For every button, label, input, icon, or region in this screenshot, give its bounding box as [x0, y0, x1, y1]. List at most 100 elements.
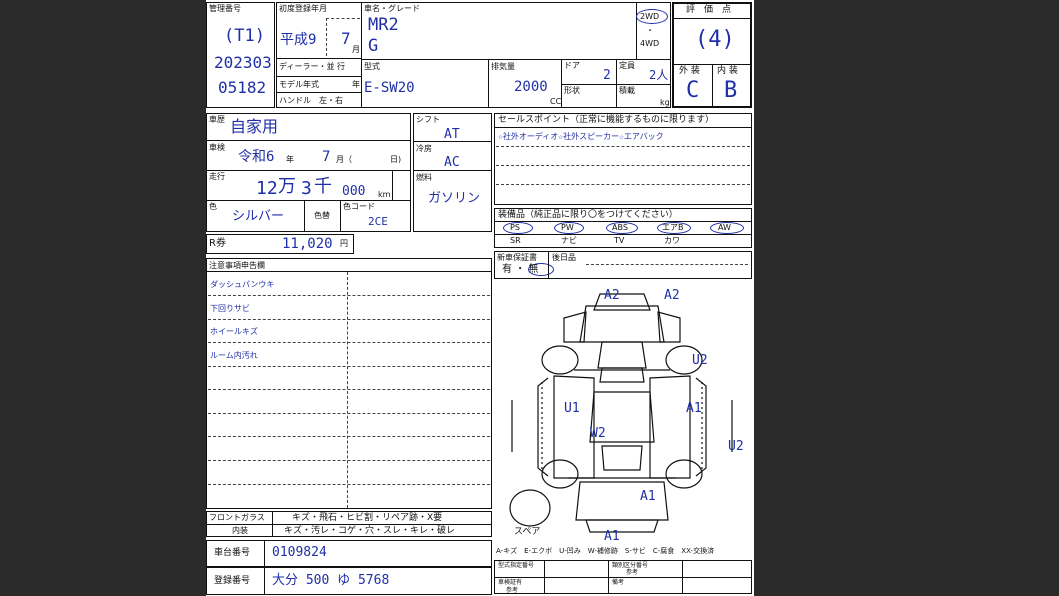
- mgmt-value-1: (T1): [224, 26, 265, 46]
- fuel-label: 燃料: [416, 173, 432, 182]
- equipment-label: 装備品（純正品に限り〇をつけてください）: [498, 210, 678, 220]
- first-reg-era: 平成9: [280, 32, 317, 48]
- color-change-label: 色替: [314, 211, 330, 220]
- ac: AC: [444, 155, 460, 170]
- cc-unit: CC: [550, 97, 562, 106]
- displacement: 2000: [514, 79, 548, 95]
- shift-label: シフト: [416, 115, 440, 124]
- handle-label: ハンドル 左・右: [279, 96, 343, 105]
- inspection-label: 車検: [209, 143, 225, 152]
- front-glass-value: キズ・飛石・ヒビ割・リペア跡・X要: [292, 513, 443, 523]
- insp-day-unit: 日): [390, 155, 402, 164]
- mileage-b: 3: [301, 178, 312, 199]
- interior-grade: B: [724, 78, 738, 103]
- damage-mark-1: A2: [604, 288, 620, 303]
- registration-value: 大分 500 ゆ 5768: [272, 573, 390, 588]
- ref-cell-5: 参考: [506, 587, 519, 594]
- ref-cell-6: 参考: [626, 569, 639, 576]
- usage: 自家用: [230, 117, 279, 136]
- damage-mark-5: A1: [686, 401, 702, 416]
- ref-cell-3: 車検証有: [498, 579, 523, 586]
- ac-label: 冷房: [416, 144, 432, 153]
- mileage-a: 12: [256, 178, 278, 199]
- vin-value: 0109824: [272, 545, 327, 560]
- recycle-label: R券: [209, 238, 226, 249]
- ref-cell-1: 型式指定番号: [498, 562, 535, 569]
- mgmt-value-2: 202303: [214, 53, 272, 72]
- note-1: ダッシュパンウキ: [210, 280, 275, 289]
- drive-dot: ・: [646, 26, 654, 35]
- inspection-month: 7: [322, 149, 331, 165]
- warranty-label: 新車保証書: [497, 253, 537, 262]
- vin-label: 車台番号: [214, 548, 251, 558]
- km-unit: km: [378, 190, 391, 199]
- shape-label: 形状: [564, 86, 580, 95]
- equip-navi: ナビ: [561, 236, 577, 245]
- interior-label: 内 装: [717, 66, 738, 76]
- note-2: 下回りサビ: [210, 304, 250, 313]
- note-4: ルーム内汚れ: [210, 351, 258, 360]
- car-name-label: 車名・グレード: [364, 4, 420, 13]
- equip-aw: AW: [718, 223, 731, 232]
- doors: 2: [603, 68, 611, 83]
- kg-unit: kg: [660, 98, 670, 107]
- damage-mark-7: U2: [728, 439, 744, 454]
- mgmt-value-3: 05182: [218, 78, 267, 97]
- registration-label: 登録番号: [214, 576, 251, 586]
- displacement-label: 排気量: [491, 62, 515, 71]
- equip-tv: TV: [614, 236, 625, 245]
- fuel: ガソリン: [428, 191, 481, 206]
- interior-cond-label: 内装: [232, 526, 248, 535]
- model-label: 型式: [364, 62, 380, 71]
- mgmt-label: 管理番号: [209, 4, 241, 13]
- ref-cell-4: 備考: [612, 579, 625, 586]
- color-code: 2CE: [368, 215, 388, 228]
- first-reg-month: 7: [341, 29, 351, 48]
- capacity-label: 定員: [619, 61, 635, 70]
- damage-mark-3: U2: [692, 353, 708, 368]
- damage-diagram: A2 A2 U2 U1 A1 W2 U2 A1 A1 スペア: [509, 288, 744, 544]
- capacity: 2人: [649, 68, 669, 82]
- shift: AT: [444, 127, 460, 142]
- equip-sr: SR: [510, 236, 521, 245]
- mileage-man: 万: [278, 176, 296, 197]
- exterior-label: 外 装: [679, 66, 700, 76]
- equip-leather: カワ: [664, 236, 680, 245]
- model-year-label: モデル年式: [279, 80, 319, 89]
- equip-pw: PW: [561, 223, 574, 232]
- month-unit: 月: [352, 45, 360, 54]
- mileage-label: 走行: [209, 172, 225, 181]
- dealer-label: ディーラー・並 行: [279, 62, 345, 71]
- mileage-sen: 千: [314, 176, 332, 197]
- car-name: MR2: [368, 15, 399, 35]
- usage-label: 車歴: [209, 115, 225, 124]
- exterior-grade: C: [686, 78, 700, 103]
- equip-abs: ABS: [612, 223, 628, 232]
- damage-mark-4: U1: [564, 401, 580, 416]
- auction-sheet: 管理番号 (T1) 202303 05182 初度登録年月 平成9 7 月 ディ…: [206, 0, 754, 596]
- insp-year-unit: 年: [286, 155, 294, 164]
- score-value: (4): [695, 27, 735, 52]
- damage-mark-8: A1: [640, 489, 656, 504]
- first-reg-label: 初度登録年月: [279, 4, 327, 13]
- score-label: 評 価 点: [686, 5, 732, 15]
- load-label: 積載: [619, 86, 635, 95]
- sales-label: セールスポイント（正常に機能するものに限ります）: [498, 115, 715, 125]
- color-label: 色: [209, 202, 217, 211]
- car-grade: G: [368, 36, 379, 56]
- equip-ps: PS: [510, 223, 520, 232]
- spare-label: スペア: [514, 527, 540, 537]
- insp-month-unit: 月（: [336, 155, 352, 164]
- color-code-label: 色コード: [343, 202, 375, 211]
- equip-airbag: エアB: [662, 223, 684, 232]
- after-items-label: 後日品: [552, 253, 576, 262]
- door-label: ドア: [564, 61, 580, 70]
- interior-cond-value: キズ・汚レ・コゲ・穴・スレ・キレ・破レ: [284, 526, 456, 536]
- mileage-c: 000: [342, 184, 366, 199]
- damage-mark-9: A1: [604, 529, 620, 544]
- notes-label: 注意事項申告欄: [209, 261, 265, 270]
- recycle-fee: 11,020: [282, 236, 333, 252]
- front-glass-label: フロントガラス: [209, 513, 265, 522]
- inspection: 令和6: [238, 149, 275, 165]
- drive-2wd: 2WD: [640, 12, 660, 21]
